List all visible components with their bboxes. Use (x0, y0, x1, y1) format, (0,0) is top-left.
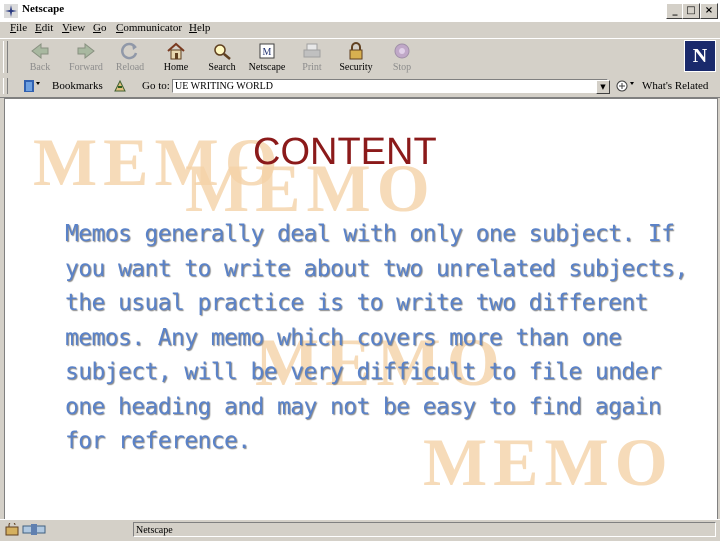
stop-button[interactable]: Stop (380, 41, 424, 75)
reload-button[interactable]: Reload (108, 41, 152, 75)
back-arrow-icon (31, 42, 49, 60)
navigation-toolbar: Back Forward Reload Home Search M Netsca… (0, 38, 720, 78)
search-button[interactable]: Search (200, 41, 244, 75)
netscape-label: Netscape (248, 62, 286, 73)
status-text: Netscape (133, 522, 716, 537)
menu-file[interactable]: File (10, 22, 27, 34)
netscape-app-icon (4, 4, 18, 18)
maximize-button[interactable]: □ (682, 3, 700, 19)
location-grip[interactable] (3, 78, 8, 94)
home-label: Home (163, 62, 189, 73)
menu-help[interactable]: Help (189, 22, 210, 34)
toolbar-grip[interactable] (3, 41, 8, 73)
lock-icon (349, 42, 363, 60)
netscape-logo-icon[interactable]: N (684, 40, 716, 72)
location-input[interactable]: UE WRITING WORLD (172, 79, 608, 93)
printer-icon (303, 43, 321, 58)
menu-view[interactable]: View (62, 22, 85, 34)
bookmarks-icon[interactable] (22, 79, 48, 93)
svg-text:M: M (263, 47, 272, 58)
title-bar: Netscape _ □ × (0, 0, 720, 23)
back-button[interactable]: Back (18, 41, 62, 75)
whats-related-label[interactable]: What's Related (642, 80, 708, 92)
print-button[interactable]: Print (290, 41, 334, 75)
component-bar-icon[interactable] (22, 523, 46, 536)
home-icon (167, 42, 185, 60)
location-dropdown-icon[interactable]: ▼ (596, 80, 610, 94)
goto-label: Go to: (142, 80, 170, 92)
forward-label: Forward (69, 62, 103, 73)
reload-label: Reload (115, 62, 145, 73)
back-label: Back (29, 62, 51, 73)
stop-icon (394, 43, 410, 59)
search-label: Search (208, 62, 236, 73)
menu-bar: File Edit View Go Communicator Help (0, 22, 720, 38)
page-body-text: Memos generally deal with only one subje… (65, 221, 688, 454)
menu-edit[interactable]: Edit (35, 22, 53, 34)
security-status-icon[interactable] (5, 523, 19, 536)
menu-go[interactable]: Go (93, 22, 106, 34)
netscape-button[interactable]: M Netscape (245, 41, 289, 75)
page-heading: CONTENT (253, 131, 437, 173)
page-proxy-icon[interactable] (112, 79, 128, 93)
whats-related-icon[interactable] (614, 79, 640, 93)
print-label: Print (302, 62, 322, 73)
window-title: Netscape (22, 3, 65, 15)
page-content: MEMO MEMO MEMO MEMO CONTENT Memos genera… (4, 98, 718, 520)
reload-icon (121, 42, 138, 60)
forward-button[interactable]: Forward (64, 41, 108, 75)
forward-arrow-icon (77, 42, 95, 60)
security-button[interactable]: Security (334, 41, 378, 75)
security-label: Security (339, 62, 373, 73)
netscape-guide-icon: M (259, 43, 275, 59)
home-button[interactable]: Home (154, 41, 198, 75)
stop-label: Stop (392, 62, 412, 73)
close-button[interactable]: × (700, 3, 718, 19)
menu-communicator[interactable]: Communicator (116, 22, 182, 34)
location-bar: Bookmarks Go to: UE WRITING WORLD ▼ What… (0, 77, 720, 98)
bookmarks-label[interactable]: Bookmarks (52, 80, 103, 92)
status-bar: Netscape (0, 519, 720, 541)
search-icon (214, 44, 231, 60)
